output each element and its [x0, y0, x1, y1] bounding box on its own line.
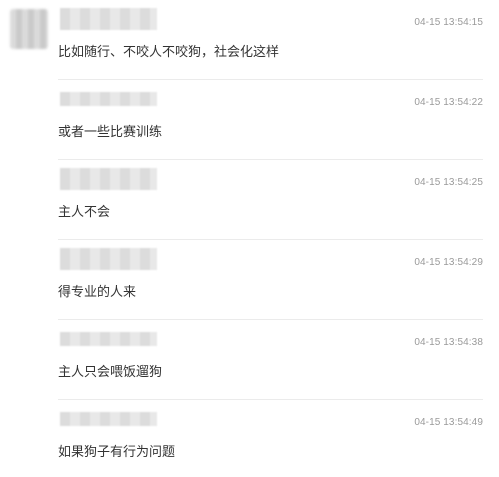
message-timestamp: 04-15 13:54:25 [414, 177, 483, 188]
message-timestamp: 04-15 13:54:38 [414, 337, 483, 348]
list-item: 04-15 13:54:38 主人只会喂饭遛狗 [58, 320, 483, 400]
message-timestamp: 04-15 13:54:29 [414, 257, 483, 268]
blurred-username [60, 248, 157, 270]
message-text: 得专业的人来 [58, 285, 137, 300]
message-text: 或者一些比赛训练 [58, 125, 163, 140]
avatar[interactable] [10, 9, 48, 49]
chat-message-list: 04-15 13:54:15 比如随行、不咬人不咬狗，社会化这样 04-15 1… [0, 0, 499, 477]
message-timestamp: 04-15 13:54:49 [414, 417, 483, 428]
list-item: 04-15 13:54:15 比如随行、不咬人不咬狗，社会化这样 [58, 0, 483, 80]
blurred-username [60, 92, 157, 106]
message-timestamp: 04-15 13:54:22 [414, 97, 483, 108]
blurred-username [60, 332, 157, 346]
list-item: 04-15 13:54:49 如果狗子有行为问题 [58, 400, 483, 477]
message-timestamp: 04-15 13:54:15 [414, 17, 483, 28]
blurred-username [60, 412, 157, 426]
blurred-username [60, 8, 157, 30]
message-text: 如果狗子有行为问题 [58, 445, 176, 460]
message-text: 主人不会 [58, 205, 111, 220]
message-text: 主人只会喂饭遛狗 [58, 365, 163, 380]
message-text: 比如随行、不咬人不咬狗，社会化这样 [58, 45, 280, 60]
list-item: 04-15 13:54:22 或者一些比赛训练 [58, 80, 483, 160]
list-item: 04-15 13:54:29 得专业的人来 [58, 240, 483, 320]
list-item: 04-15 13:54:25 主人不会 [58, 160, 483, 240]
blurred-username [60, 168, 157, 190]
